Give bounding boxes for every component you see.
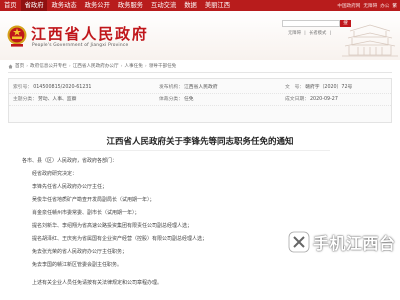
meta-row (9, 106, 391, 117)
article-paragraph: 提名胡泽红、王庆宪为省属国有企业资产经营（控股）有限公司副总经理人选； (32, 236, 208, 242)
article-paragraph: 吴俊华任省地质矿产勘查开发局副局长（试用期一年）； (32, 197, 155, 203)
breadcrumb: 首页 › 政府信息公开专栏 › 江西省人民政府办公厅 › 人事任免 › 领导干部… (8, 62, 392, 71)
watermark: 手机江西台 (288, 231, 400, 253)
article-paragraph: 经省政府研究决定： (32, 171, 78, 177)
link-office[interactable]: 办公 (380, 3, 389, 9)
top-nav: 首页 省政府 政务动态 政务公开 政务服务 互动交流 数据 美丽江西 中国政府网… (0, 0, 400, 11)
national-emblem-icon (7, 25, 27, 47)
header-links: 无障碍 | 长者模式 | (288, 30, 333, 36)
breadcrumb-separator: › (68, 64, 71, 69)
breadcrumb-separator: › (144, 64, 147, 69)
breadcrumb-gov-info[interactable]: 政府信息公开专栏 (30, 62, 67, 71)
breadcrumb-home[interactable]: 首页 (15, 62, 24, 71)
breadcrumb-separator: › (120, 64, 123, 69)
nav-item-interaction[interactable]: 互动交流 (147, 0, 180, 11)
breadcrumb-office[interactable]: 江西省人民政府办公厅 (73, 62, 119, 71)
meta-topic: 主题分类：劳动、人事、监察 (13, 97, 77, 102)
meta-publisher: 发布机构：江西省人民政府 (159, 85, 218, 90)
title-divider (70, 150, 330, 151)
nav-item-gov-open[interactable]: 政务公开 (81, 0, 114, 11)
nav-item-gov-service[interactable]: 政务服务 (114, 0, 147, 11)
article-paragraph: 免去张光荣的省人民政府办公厅主任职务； (32, 249, 128, 255)
nav-item-data[interactable]: 数据 (180, 0, 201, 11)
site-subtitle: People's Government of Jiangxi Province (32, 43, 129, 48)
header-link-accessible[interactable]: 无障碍 (288, 31, 301, 36)
tengwang-pavilion-icon (342, 24, 398, 57)
meta-type: 体裁分类：任免 (159, 97, 194, 102)
link-traditional[interactable]: 繁 (392, 3, 397, 9)
breadcrumb-appointments[interactable]: 人事任免 (124, 62, 142, 71)
home-icon (8, 64, 13, 69)
link-china-gov[interactable]: 中国政府网 (337, 3, 360, 9)
meta-index: 索引号：014500815/2020-61231 (13, 85, 92, 90)
top-nav-items: 首页 省政府 政务动态 政务公开 政务服务 互动交流 数据 美丽江西 (0, 0, 234, 11)
site-header: 江西省人民政府 People's Government of Jiangxi P… (0, 11, 400, 60)
article-paragraph: 上述有关企业人员任免请按有关法律规定和公司章程办理。 (32, 280, 163, 286)
breadcrumb-divider (8, 72, 392, 73)
breadcrumb-separator: › (26, 64, 29, 69)
article-paragraph: 免去李国的赣江新区管委会副主任职务。 (32, 262, 123, 268)
nav-item-gov-news[interactable]: 政务动态 (47, 0, 80, 11)
top-nav-right: 中国政府网 无障碍 办公 繁 (337, 0, 397, 11)
article-paragraph: 提名刘新华、李绍翔为省高速公路投资集团有限责任公司副总经理人选； (32, 223, 193, 229)
article-title: 江西省人民政府关于李锋先等同志职务任免的通知 (106, 137, 294, 147)
site-title[interactable]: 江西省人民政府 (31, 23, 149, 44)
breadcrumb-leader-appointments[interactable]: 领导干部任免 (149, 62, 177, 71)
header-link-sep: | (304, 31, 306, 36)
nav-item-home[interactable]: 首页 (0, 0, 21, 11)
link-accessible[interactable]: 无障碍 (363, 3, 377, 9)
meta-row: 主题分类：劳动、人事、监察 体裁分类：任免 成文日期：2020-09-27 (9, 94, 391, 106)
meta-date: 成文日期：2020-09-27 (285, 97, 338, 102)
header-link-sep: | (329, 31, 332, 36)
search-input[interactable] (282, 20, 340, 27)
nav-item-province-gov[interactable]: 省政府 (20, 0, 48, 11)
article-paragraph: 肖金泉任赣州市委常委、副市长（试用期一年）； (32, 210, 140, 216)
article-paragraph: 李锋先任省人民政府办公厅主任； (32, 184, 108, 190)
meta-row: 索引号：014500815/2020-61231 发布机构：江西省人民政府 文 … (9, 82, 391, 94)
meta-doc-no: 文 号：赣府字〔2020〕72号 (285, 85, 353, 90)
document-metadata: 索引号：014500815/2020-61231 发布机构：江西省人民政府 文 … (8, 78, 392, 123)
watermark-text: 手机江西台 (313, 234, 396, 253)
article-salutation: 各市、县（区）人民政府，省政府各部门： (22, 158, 118, 164)
nav-item-beautiful-jiangxi[interactable]: 美丽江西 (201, 0, 234, 11)
header-link-elder-mode[interactable]: 长者模式 (309, 31, 326, 36)
tv-station-logo-icon (288, 231, 310, 253)
